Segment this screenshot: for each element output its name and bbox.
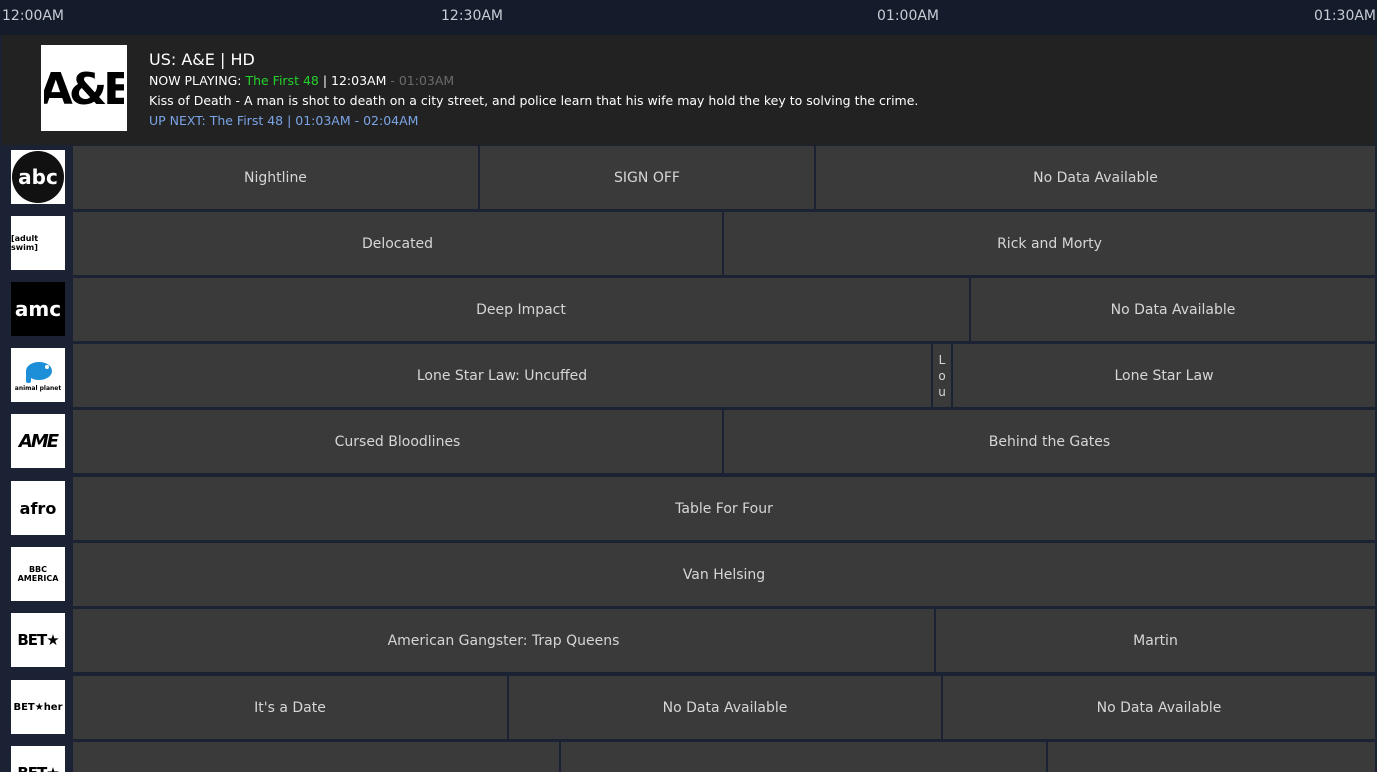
channel-row: BBC AMERICA Van Helsing — [2, 542, 1375, 606]
channel-row: amc Deep Impact No Data Available — [2, 277, 1375, 341]
channel-logo-animal-planet[interactable]: animal planet — [11, 348, 65, 402]
program-cell[interactable]: American Gangster: Trap Queens — [73, 609, 934, 672]
program-cell[interactable]: Table For Four — [73, 477, 1375, 540]
time-slot-label: 01:00AM — [877, 8, 940, 24]
channel-logo-ame[interactable]: AME — [11, 414, 65, 468]
channel-logo-bbc-america[interactable]: BBC AMERICA — [11, 547, 65, 601]
program-cell[interactable] — [1048, 742, 1375, 772]
program-cell[interactable]: Nightline — [73, 146, 478, 209]
channel-logo-bet[interactable]: BET★ — [11, 746, 65, 772]
time-slot-label: 01:30AM — [1314, 8, 1377, 24]
program-cell[interactable]: No Data Available — [943, 676, 1375, 739]
channel-row: BET★ — [2, 741, 1375, 772]
channel-title: US: A&E | HD — [149, 50, 255, 69]
program-cell[interactable]: No Data Available — [971, 278, 1375, 341]
program-cell[interactable]: Van Helsing — [73, 543, 1375, 606]
program-cell[interactable]: Martin — [936, 609, 1375, 672]
time-slot-label: 12:30AM — [441, 8, 504, 24]
program-cell[interactable]: Lone Star Law: Uncuffed — [73, 344, 931, 407]
program-cell[interactable]: It's a Date — [73, 676, 507, 739]
now-playing-show: The First 48 — [245, 73, 319, 88]
channel-row: AME Cursed Bloodlines Behind the Gates — [2, 409, 1375, 473]
now-playing-line: NOW PLAYING: The First 48 | 12:03AM - 01… — [149, 73, 455, 88]
program-cell[interactable]: No Data Available — [509, 676, 941, 739]
up-next-line: UP NEXT: The First 48 | 01:03AM - 02:04A… — [149, 113, 419, 128]
program-description: Kiss of Death - A man is shot to death o… — [149, 93, 919, 108]
channel-row: BET★her It's a Date No Data Available No… — [2, 675, 1375, 739]
program-cell[interactable]: Deep Impact — [73, 278, 969, 341]
program-cell-truncated[interactable]: L o u — [933, 344, 951, 407]
program-cell[interactable]: No Data Available — [816, 146, 1375, 209]
channel-row: BET★ American Gangster: Trap Queens Mart… — [2, 608, 1375, 672]
program-cell[interactable]: Lone Star Law — [953, 344, 1375, 407]
program-cell[interactable]: Delocated — [73, 212, 722, 275]
channel-logo-abc[interactable]: abc — [11, 150, 65, 204]
program-info-panel: A&E US: A&E | HD NOW PLAYING: The First … — [2, 35, 1375, 145]
channel-logo-ae: A&E — [41, 45, 127, 131]
program-cell[interactable] — [561, 742, 1046, 772]
program-cell[interactable]: SIGN OFF — [480, 146, 814, 209]
svg-text:A&E: A&E — [44, 64, 124, 115]
channel-row: animal planet Lone Star Law: Uncuffed L … — [2, 343, 1375, 407]
program-cell[interactable]: Cursed Bloodlines — [73, 410, 722, 473]
program-cell[interactable] — [73, 742, 559, 772]
channel-logo-bet[interactable]: BET★ — [11, 613, 65, 667]
elephant-icon — [26, 361, 52, 383]
time-slot-label: 12:00AM — [2, 8, 65, 24]
channel-logo-adult-swim[interactable]: [adult swim] — [11, 216, 65, 270]
program-cell[interactable]: Behind the Gates — [724, 410, 1375, 473]
channel-row: afro Table For Four — [2, 476, 1375, 540]
channel-logo-amc[interactable]: amc — [11, 282, 65, 336]
channel-row: [adult swim] Delocated Rick and Morty — [2, 211, 1375, 275]
channel-row: abc Nightline SIGN OFF No Data Available — [2, 145, 1375, 209]
channel-logo-bet-her[interactable]: BET★her — [11, 680, 65, 734]
time-bar: 12:00AM 12:30AM 01:00AM 01:30AM — [0, 0, 1377, 35]
ae-logo-icon: A&E — [44, 64, 124, 115]
channel-logo-afro[interactable]: afro — [11, 481, 65, 535]
program-cell[interactable]: Rick and Morty — [724, 212, 1375, 275]
